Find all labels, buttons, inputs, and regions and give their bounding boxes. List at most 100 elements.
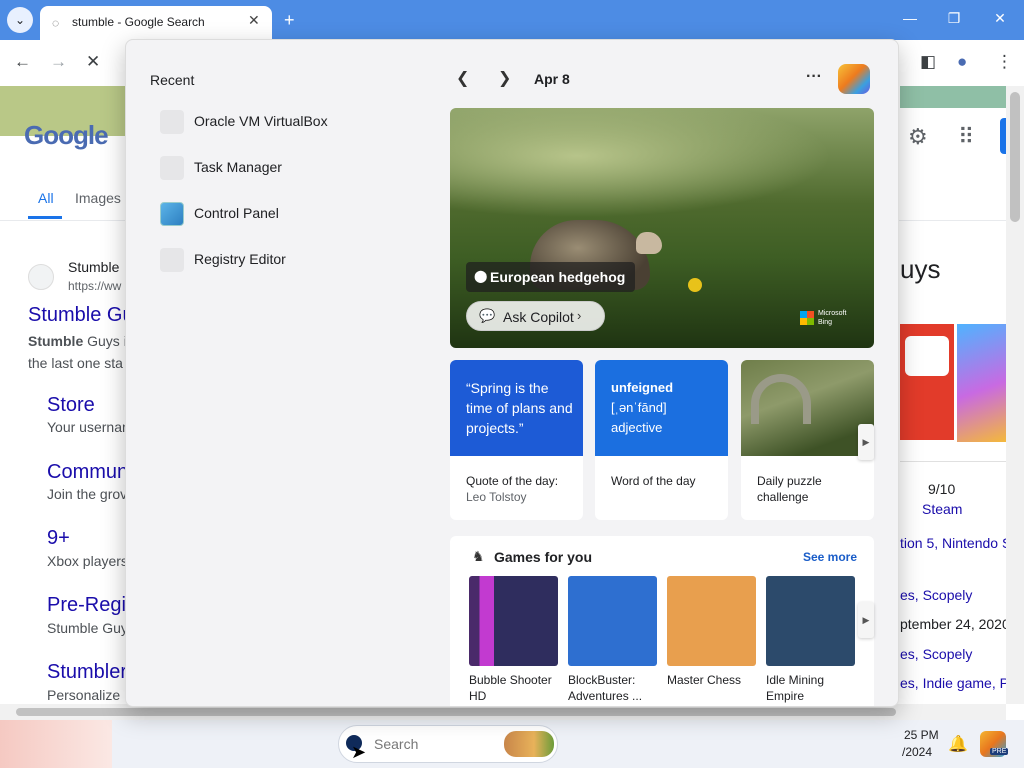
rating-value: 9/10 [928, 481, 956, 497]
settings-gear-icon[interactable]: ⚙ [908, 124, 928, 150]
search-placeholder[interactable]: Search [374, 736, 418, 752]
pre-badge: PRE [990, 748, 1009, 755]
cards-next-arrow-icon[interactable]: ▶ [858, 424, 874, 460]
google-logo[interactable]: Google [24, 120, 109, 151]
bing-logo-text: Microsoft Bing [818, 310, 847, 326]
quote-card-header: “Spring is the time of plans and project… [450, 360, 583, 456]
tab-all[interactable]: All [38, 190, 54, 206]
sublink-title[interactable]: Pre-Regis [47, 594, 136, 617]
result-title-link[interactable]: Stumble Gu [28, 304, 134, 327]
browser-tab[interactable]: ◌ stumble - Google Search ✕ [40, 6, 272, 40]
clock-date[interactable]: /2024 [902, 745, 932, 759]
hero-image-card[interactable]: ⬤ European hedgehog 💬 Ask Copilot › Micr… [450, 108, 874, 348]
search-highlight-icon[interactable] [504, 731, 554, 757]
release-date: ptember 24, 2020 [900, 616, 1006, 632]
location-pin-icon: ⬤ [474, 269, 488, 283]
apps-grid-icon[interactable]: ⠿ [958, 124, 974, 150]
word-of-day-card[interactable]: unfeigned [ˌənˈfānd] adjective Word of t… [595, 360, 728, 520]
microsoft-bing-logo: Microsoft Bing [800, 308, 856, 330]
sublink-desc: Your usernan [47, 419, 130, 435]
sublink-title[interactable]: Commun [47, 461, 128, 484]
menu-icon[interactable]: ⋮ [996, 52, 1013, 72]
minimize-button[interactable]: — [896, 10, 924, 26]
taskbar-widgets-area[interactable] [0, 720, 112, 768]
word-card-header: unfeigned [ˌənˈfānd] adjective [595, 360, 728, 456]
date-label: Apr 8 [534, 71, 570, 87]
word-part-of-speech: adjective [611, 420, 663, 435]
recent-item-label: Task Manager [194, 159, 282, 175]
app-icon [160, 110, 184, 134]
site-favicon [28, 264, 54, 290]
rating-source-link[interactable]: Steam [922, 501, 962, 517]
recent-item-virtualbox[interactable]: Oracle VM VirtualBox [150, 102, 450, 142]
profile-icon[interactable]: ● [957, 52, 967, 72]
platforms-link[interactable]: tion 5, Nintendo S [900, 535, 1006, 551]
recent-item-task-manager[interactable]: Task Manager [150, 148, 450, 188]
hero-caption-text: European hedgehog [490, 269, 626, 285]
mouse-cursor-icon: ➤ [351, 742, 367, 762]
chess-piece-icon: ♞ [472, 548, 485, 564]
sublink-title[interactable]: 9+ [47, 527, 70, 550]
sublink-desc: Xbox players [47, 553, 128, 569]
more-options-icon[interactable]: ··· [806, 68, 822, 86]
side-panel-icon[interactable]: ◧ [920, 52, 936, 72]
loading-icon: ◌ [52, 16, 60, 30]
tab-list-button[interactable]: ⌄ [7, 7, 33, 33]
game-label: Master Chess [667, 673, 742, 687]
tab-close-icon[interactable]: ✕ [248, 12, 260, 29]
games-next-arrow-icon[interactable]: ▶ [858, 602, 874, 638]
card-caption-author: Leo Tolstoy [466, 490, 527, 504]
recent-heading: Recent [150, 72, 195, 88]
forward-button[interactable]: → [50, 52, 67, 72]
stop-button[interactable]: ✕ [86, 52, 100, 72]
word-pronunciation: [ˌənˈfānd] [611, 400, 667, 415]
ask-copilot-button[interactable]: 💬 Ask Copilot › [466, 301, 605, 331]
snippet-bold: Stumble [28, 333, 84, 349]
previous-day-chevron-icon[interactable]: ❮ [456, 68, 469, 88]
card-caption: Daily puzzle challenge [757, 474, 822, 504]
copilot-logo-icon[interactable] [838, 64, 870, 94]
knowledge-panel-image[interactable] [957, 324, 1006, 442]
game-label: Idle Mining Empire [766, 673, 825, 703]
games-panel: ♞ Games for you See more Bubble Shooter … [450, 536, 874, 706]
knowledge-panel-title: uys [900, 254, 941, 284]
sublink-title[interactable]: Store [47, 394, 95, 417]
next-day-chevron-icon[interactable]: ❯ [498, 68, 511, 88]
quote-text: “Spring is the time of plans and project… [466, 380, 573, 436]
horizontal-scroll-thumb[interactable] [16, 708, 896, 716]
close-window-button[interactable]: ✕ [986, 10, 1014, 27]
games-title: Games for you [494, 549, 593, 565]
puzzle-image [741, 360, 874, 456]
dandelion-image [688, 278, 702, 292]
sublink-desc: Stumble Guy [47, 620, 128, 636]
restore-button[interactable]: ❐ [940, 10, 968, 27]
recent-item-registry-editor[interactable]: Registry Editor [150, 240, 450, 280]
vertical-scroll-thumb[interactable] [1010, 92, 1020, 222]
hedgehog-face [636, 232, 662, 254]
back-button[interactable]: ← [14, 52, 31, 72]
publisher-link[interactable]: es, Scopely [900, 646, 972, 662]
chat-bubble-icon: 💬 [479, 308, 496, 323]
new-tab-button[interactable]: + [284, 10, 295, 31]
genre-link[interactable]: es, Indie game, Part [900, 675, 1006, 691]
ask-copilot-label: Ask Copilot [503, 309, 574, 325]
stone-arch-image [751, 374, 811, 424]
chevron-down-icon: ⌄ [14, 13, 26, 27]
card-caption: Quote of the day: Leo Tolstoy [466, 473, 558, 505]
recent-item-control-panel[interactable]: Control Panel [150, 194, 450, 234]
hero-caption[interactable]: ⬤ European hedgehog [466, 262, 636, 292]
doodle-banner-right [900, 86, 1006, 108]
tab-images[interactable]: Images [75, 190, 121, 206]
daily-puzzle-card[interactable]: Daily puzzle challenge [741, 360, 874, 520]
clock-time[interactable]: 25 PM [904, 728, 939, 742]
game-logo-fragment [905, 336, 949, 376]
game-thumbnail [667, 576, 756, 666]
quote-card[interactable]: “Spring is the time of plans and project… [450, 360, 583, 520]
developer-link[interactable]: es, Scopely [900, 587, 972, 603]
notification-bell-icon[interactable]: 🔔 [948, 734, 968, 754]
site-name[interactable]: Stumble [68, 259, 119, 275]
see-more-link[interactable]: See more [803, 550, 857, 564]
site-url[interactable]: https://ww [68, 279, 121, 293]
sublink-desc: Personalize [47, 687, 121, 703]
sublink-title[interactable]: Stumbler [47, 661, 127, 684]
